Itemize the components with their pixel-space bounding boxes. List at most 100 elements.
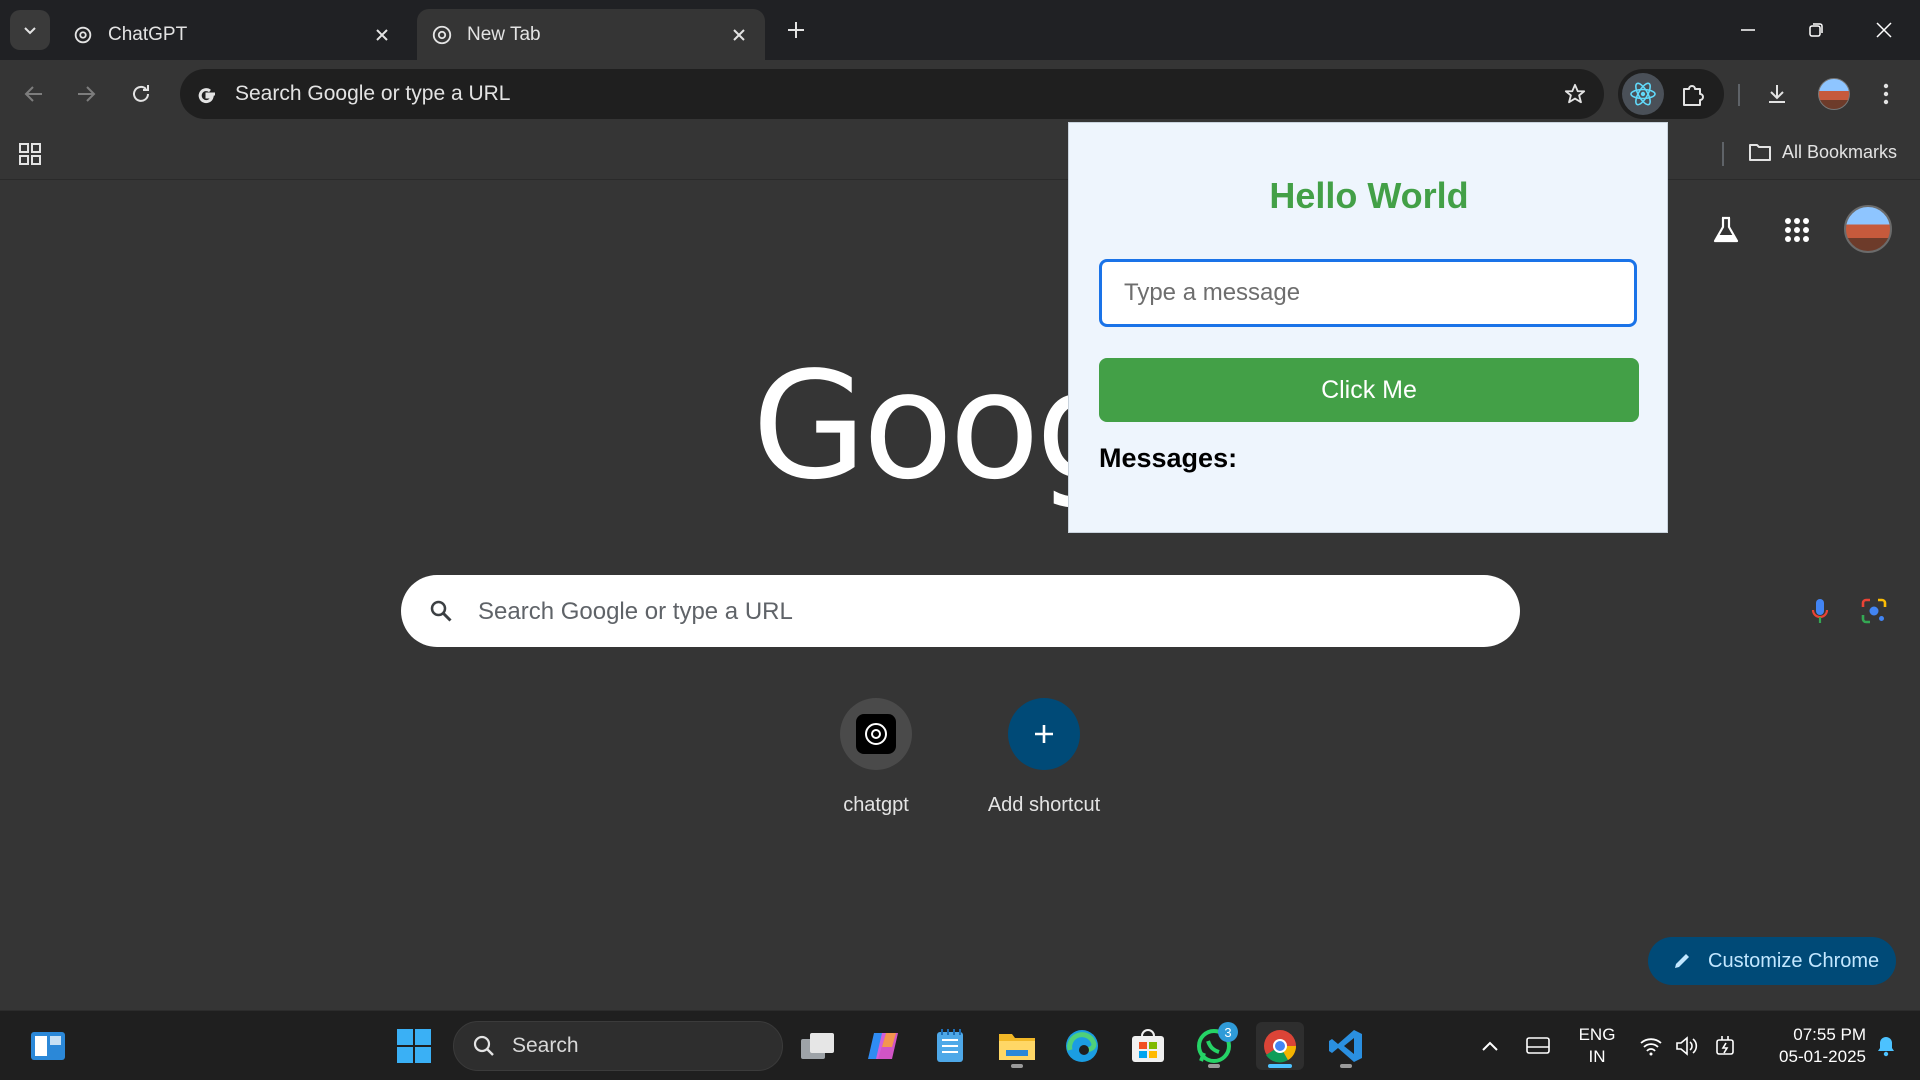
shortcut-add[interactable]: Add shortcut [969,698,1119,817]
customize-chrome-label: Customize Chrome [1708,949,1880,972]
edge-button[interactable] [1058,1022,1106,1070]
restore-icon [1809,23,1823,37]
react-atom-icon [1630,82,1656,106]
clock-date: 05-01-2025 [1779,1047,1866,1066]
voice-search-icon[interactable] [1805,597,1835,627]
show-hidden-icons-button[interactable] [1470,1021,1510,1071]
battery-charging-icon [1716,1036,1734,1055]
downloads-button[interactable] [1757,74,1797,114]
google-account-avatar[interactable] [1844,205,1892,253]
edge-icon [1066,1030,1098,1062]
new-tab-button[interactable] [780,14,812,46]
chrome-icon [1264,1030,1297,1063]
apps-shortcut-button[interactable] [14,138,46,170]
extensions-button[interactable] [1676,77,1710,111]
google-g-icon [194,81,220,107]
start-button[interactable] [390,1022,438,1070]
active-indicator [1268,1064,1292,1068]
customize-chrome-button[interactable]: Customize Chrome [1648,937,1896,985]
taskbar-search[interactable]: Search [453,1021,783,1071]
battery-tray-button[interactable] [1710,1021,1740,1071]
clock[interactable]: 07:55 PM 05-01-2025 [1754,1021,1866,1071]
widgets-icon [31,1032,65,1060]
file-explorer-button[interactable] [993,1022,1041,1070]
back-button[interactable] [14,74,54,114]
react-extension-button[interactable] [1622,73,1664,115]
display-tray-button[interactable] [1518,1021,1558,1071]
close-tab-icon[interactable] [370,23,394,47]
google-apps-button[interactable] [1777,210,1817,250]
extension-popup: Hello World Click Me Messages: [1068,122,1668,533]
shortcut-tile [1008,698,1080,770]
avatar [1818,78,1850,110]
shortcut-label: chatgpt [843,794,909,816]
ntp-search-box[interactable]: Search Google or type a URL [401,575,1887,647]
whatsapp-button[interactable]: 3 [1190,1022,1238,1070]
labs-button[interactable] [1706,210,1746,250]
region-code: IN [1588,1047,1606,1066]
close-icon [1876,22,1892,38]
plus-icon [1035,725,1053,743]
popup-title: Hello World [1269,175,1469,216]
search-icon [427,597,455,625]
address-bar[interactable]: Search Google or type a URL [180,69,1604,119]
vscode-button[interactable] [1322,1022,1370,1070]
all-bookmarks-label: All Bookmarks [1782,141,1898,162]
bookmark-star-icon[interactable] [1562,81,1588,107]
shortcut-chatgpt[interactable]: chatgpt [801,698,951,817]
arrow-right-icon [78,86,96,102]
search-placeholder: Search Google or type a URL [478,598,793,625]
microsoft-store-button[interactable] [1124,1022,1172,1070]
tab-strip: ChatGPT New Tab [0,0,1920,60]
flask-icon [1713,216,1739,243]
running-indicator [1208,1064,1220,1068]
chrome-menu-button[interactable] [1866,74,1906,114]
all-bookmarks-button[interactable]: All Bookmarks [1748,140,1897,164]
download-icon [1769,85,1785,103]
shortcut-tile [840,698,912,770]
message-input[interactable] [1099,259,1637,327]
restore-button[interactable] [1794,10,1838,50]
language-indicator[interactable]: ENG IN [1572,1021,1622,1071]
shortcut-label: Add shortcut [987,794,1101,816]
chevron-down-icon [24,27,36,35]
close-window-button[interactable] [1862,10,1906,50]
plus-icon [788,22,804,38]
bell-icon [1878,1037,1894,1057]
task-view-button[interactable] [794,1022,842,1070]
widgets-button[interactable] [24,1022,72,1070]
wifi-icon [1640,1038,1662,1056]
pencil-icon [1672,950,1694,972]
tab-search-button[interactable] [10,10,50,50]
tab-title: ChatGPT [108,23,188,45]
google-lens-icon[interactable] [1859,596,1889,626]
notifications-button[interactable] [1866,1021,1906,1071]
extensions-group [1618,69,1724,119]
address-bar-text: Search Google or type a URL [235,82,511,105]
minimize-button[interactable] [1726,10,1770,50]
browser-toolbar: Search Google or type a URL [0,60,1920,128]
forward-button[interactable] [66,74,106,114]
tab-chatgpt[interactable]: ChatGPT [58,9,408,60]
volume-icon [1676,1036,1698,1056]
display-icon [1526,1037,1550,1054]
apps-grid-icon [1785,218,1809,242]
minimize-icon [1741,29,1755,31]
arrow-left-icon [24,86,42,102]
notepad-button[interactable] [926,1022,974,1070]
profile-button[interactable] [1814,74,1854,114]
wifi-tray-button[interactable] [1636,1021,1666,1071]
language-code: ENG [1578,1025,1616,1044]
vscode-icon [1329,1030,1362,1062]
close-tab-icon[interactable] [727,23,751,47]
chevron-up-icon [1482,1041,1498,1051]
tab-new-tab[interactable]: New Tab [417,9,765,60]
chrome-taskbar-button[interactable] [1256,1022,1304,1070]
notepad-icon [937,1029,963,1062]
notification-badge: 3 [1218,1022,1238,1042]
copilot-button[interactable] [860,1022,908,1070]
click-me-button[interactable]: Click Me [1099,358,1639,422]
reload-button[interactable] [121,74,161,114]
volume-tray-button[interactable] [1672,1021,1702,1071]
chrome-icon [432,25,452,44]
